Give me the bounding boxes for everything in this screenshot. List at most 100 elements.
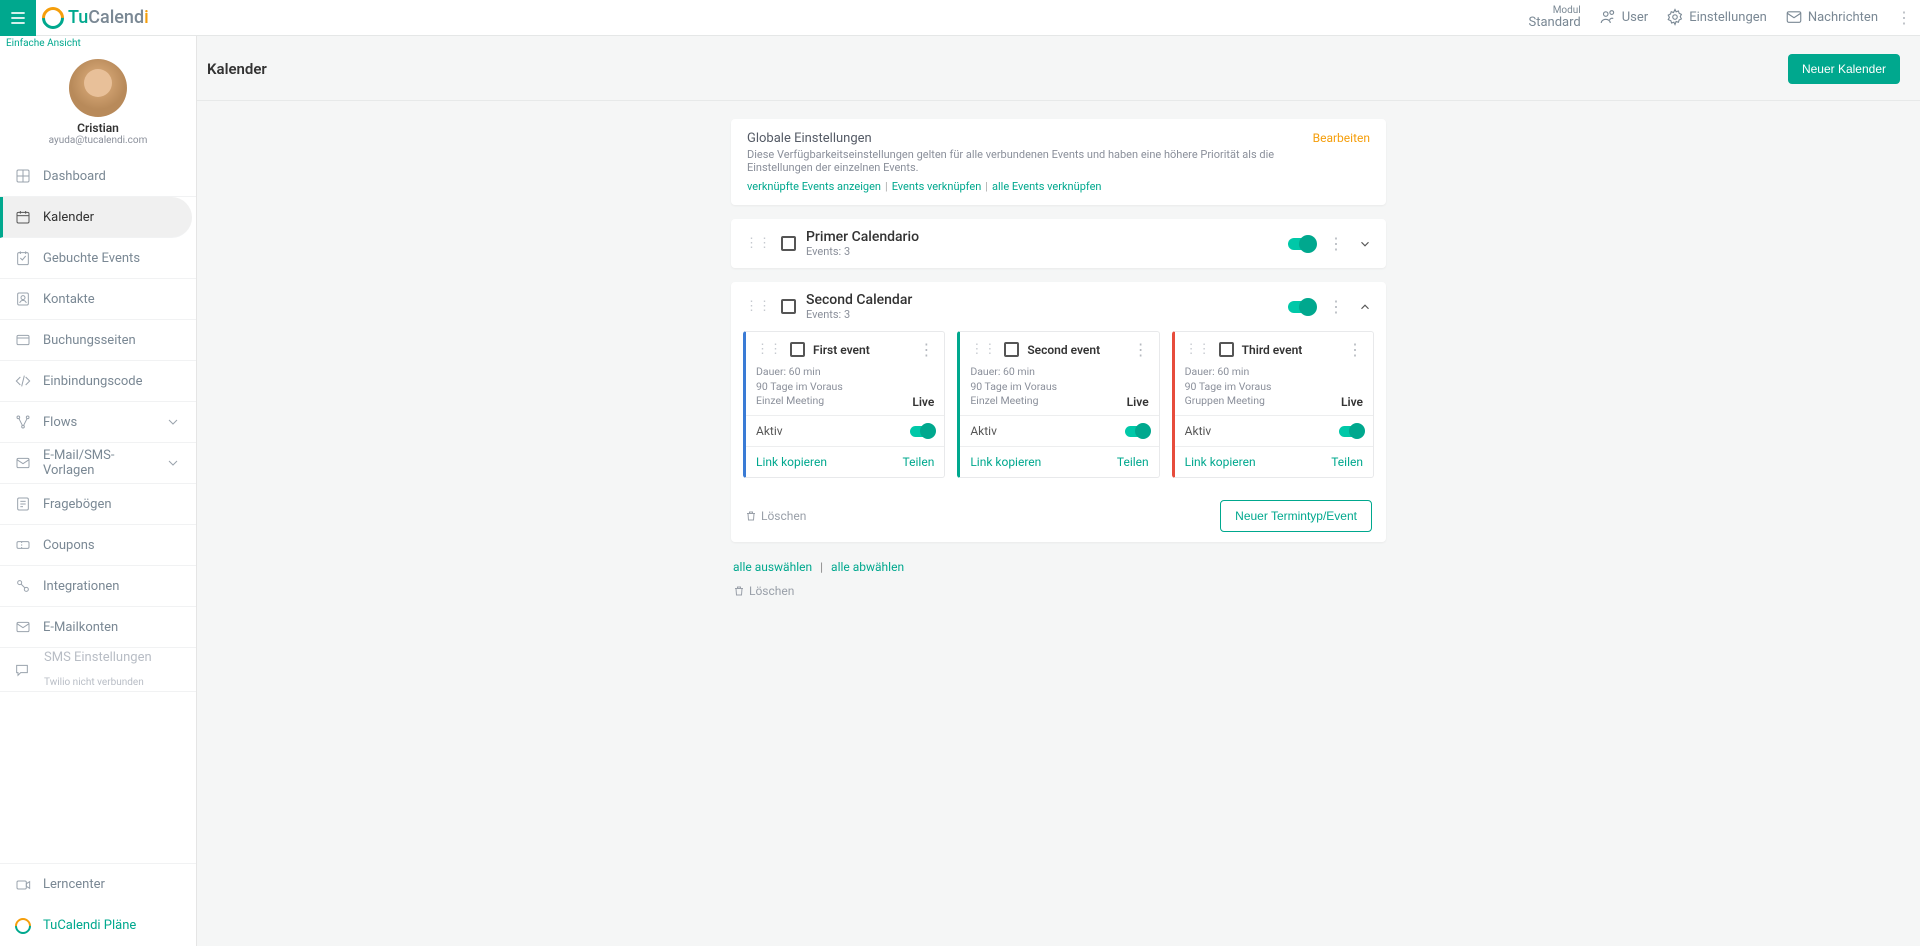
mail-icon (15, 455, 31, 471)
profile-block: Cristian ayuda@tucalendi.com (0, 55, 196, 156)
avatar[interactable] (69, 59, 127, 117)
mail-icon (1785, 8, 1803, 26)
event-active-label: Aktiv (756, 424, 783, 438)
copy-link[interactable]: Link kopieren (1185, 455, 1256, 469)
sidebar: Einfache Ansicht Cristian ayuda@tucalend… (0, 36, 197, 946)
selection-row: alle auswählen|alle abwählen (731, 556, 1386, 578)
link-show-linked[interactable]: verknüpfte Events anzeigen (747, 180, 881, 193)
chevron-up-icon[interactable] (1358, 300, 1372, 314)
sidebar-item-learn[interactable]: Lerncenter (0, 864, 196, 905)
event-active-toggle[interactable] (910, 426, 934, 437)
event-live: Live (1341, 394, 1363, 411)
event-active-label: Aktiv (1185, 424, 1212, 438)
calendar-toggle[interactable] (1288, 301, 1314, 313)
calendar-row-1: ⋮⋮ Primer Calendario Events: 3 ⋮ (731, 219, 1386, 268)
messages-menu[interactable]: Nachrichten (1785, 8, 1878, 26)
more-menu[interactable]: ⋮ (1896, 8, 1912, 27)
flows-icon (15, 414, 31, 430)
module-value: Standard (1528, 16, 1580, 30)
calendar-row-2: ⋮⋮ Second Calendar Events: 3 ⋮ (731, 282, 1386, 542)
new-calendar-button[interactable]: Neuer Kalender (1788, 54, 1900, 84)
logo-icon (12, 914, 35, 937)
event-checkbox[interactable] (1004, 342, 1019, 357)
calendar-checkbox[interactable] (781, 236, 796, 251)
calendar-more-menu[interactable]: ⋮ (1328, 234, 1344, 253)
chevron-down-icon (165, 414, 181, 430)
calendar-icon (15, 209, 31, 225)
deselect-all-link[interactable]: alle abwählen (831, 560, 904, 574)
sidebar-item-plans[interactable]: TuCalendi Pläne (0, 905, 196, 946)
sidebar-item-integrations[interactable]: Integrationen (0, 566, 196, 607)
sidebar-item-embed[interactable]: Einbindungscode (0, 361, 196, 402)
chevron-down-icon[interactable] (1358, 237, 1372, 251)
sidebar-item-templates[interactable]: E-Mail/SMS-Vorlagen (0, 443, 196, 484)
select-all-link[interactable]: alle auswählen (733, 560, 812, 574)
drag-handle-icon[interactable]: ⋮⋮ (745, 236, 771, 251)
new-event-button[interactable]: Neuer Termintyp/Event (1220, 500, 1372, 532)
edit-global-link[interactable]: Bearbeiten (1313, 131, 1370, 145)
calendar-name: Second Calendar (806, 292, 912, 308)
sidebar-item-coupons[interactable]: Coupons (0, 525, 196, 566)
logo[interactable]: TuCalendi (36, 7, 149, 29)
sidebar-item-contacts[interactable]: Kontakte (0, 279, 196, 320)
event-title: First event (813, 343, 870, 357)
trash-icon (733, 585, 745, 597)
users-icon (1599, 8, 1617, 26)
dashboard-icon (15, 168, 31, 184)
app-header: TuCalendi Modul Standard User Einstellun… (0, 0, 1920, 36)
event-checkbox[interactable] (790, 342, 805, 357)
mailaccount-icon (15, 619, 31, 635)
sms-icon (14, 662, 30, 678)
event-live: Live (1127, 394, 1149, 411)
sidebar-item-flows[interactable]: Flows (0, 402, 196, 443)
calendar-toggle[interactable] (1288, 238, 1314, 250)
page-title: Kalender (207, 60, 267, 78)
link-link-all[interactable]: alle Events verknüpfen (992, 180, 1102, 193)
event-active-toggle[interactable] (1339, 426, 1363, 437)
menu-toggle-button[interactable] (0, 0, 36, 36)
event-checkbox[interactable] (1219, 342, 1234, 357)
drag-handle-icon[interactable]: ⋮⋮ (1185, 342, 1211, 357)
link-link-events[interactable]: Events verknüpfen (892, 180, 982, 193)
user-menu[interactable]: User (1599, 8, 1648, 26)
calendar-checkbox[interactable] (781, 299, 796, 314)
calendar-more-menu[interactable]: ⋮ (1328, 297, 1344, 316)
copy-link[interactable]: Link kopieren (756, 455, 827, 469)
share-link[interactable]: Teilen (903, 455, 935, 469)
event-active-label: Aktiv (970, 424, 997, 438)
settings-menu[interactable]: Einstellungen (1666, 8, 1767, 26)
simple-view-toggle[interactable]: Einfache Ansicht (0, 36, 196, 55)
sidebar-item-surveys[interactable]: Fragebögen (0, 484, 196, 525)
event-more-menu[interactable]: ⋮ (1347, 340, 1363, 359)
sidebar-item-booked[interactable]: Gebuchte Events (0, 238, 196, 279)
calendar-sub: Events: 3 (806, 245, 919, 258)
event-active-toggle[interactable] (1125, 426, 1149, 437)
delete-selected-link[interactable]: Löschen (731, 578, 1386, 604)
integrations-icon (15, 578, 31, 594)
delete-calendar-link[interactable]: Löschen (745, 509, 806, 523)
drag-handle-icon[interactable]: ⋮⋮ (756, 342, 782, 357)
sidebar-item-calendar[interactable]: Kalender (0, 197, 192, 238)
drag-handle-icon[interactable]: ⋮⋮ (970, 342, 996, 357)
event-card: ⋮⋮Third event⋮ Dauer: 60 min90 Tage im V… (1172, 331, 1374, 478)
sidebar-item-mailaccounts[interactable]: E-Mailkonten (0, 607, 196, 648)
video-icon (15, 877, 31, 893)
sidebar-item-dashboard[interactable]: Dashboard (0, 156, 196, 197)
share-link[interactable]: Teilen (1331, 455, 1363, 469)
code-icon (15, 373, 31, 389)
copy-link[interactable]: Link kopieren (970, 455, 1041, 469)
module-indicator[interactable]: Modul Standard (1528, 5, 1580, 30)
event-title: Third event (1242, 343, 1303, 357)
share-link[interactable]: Teilen (1117, 455, 1149, 469)
event-title: Second event (1027, 343, 1100, 357)
sidebar-item-bookingpages[interactable]: Buchungsseiten (0, 320, 196, 361)
event-more-menu[interactable]: ⋮ (918, 340, 934, 359)
survey-icon (15, 496, 31, 512)
sidebar-item-sms[interactable]: SMS Einstellungen Twilio nicht verbunden (0, 648, 196, 692)
drag-handle-icon[interactable]: ⋮⋮ (745, 299, 771, 314)
coupon-icon (15, 537, 31, 553)
contacts-icon (15, 291, 31, 307)
chevron-down-icon (165, 455, 181, 471)
event-more-menu[interactable]: ⋮ (1133, 340, 1149, 359)
global-desc: Diese Verfügbarkeitseinstellungen gelten… (747, 148, 1313, 174)
